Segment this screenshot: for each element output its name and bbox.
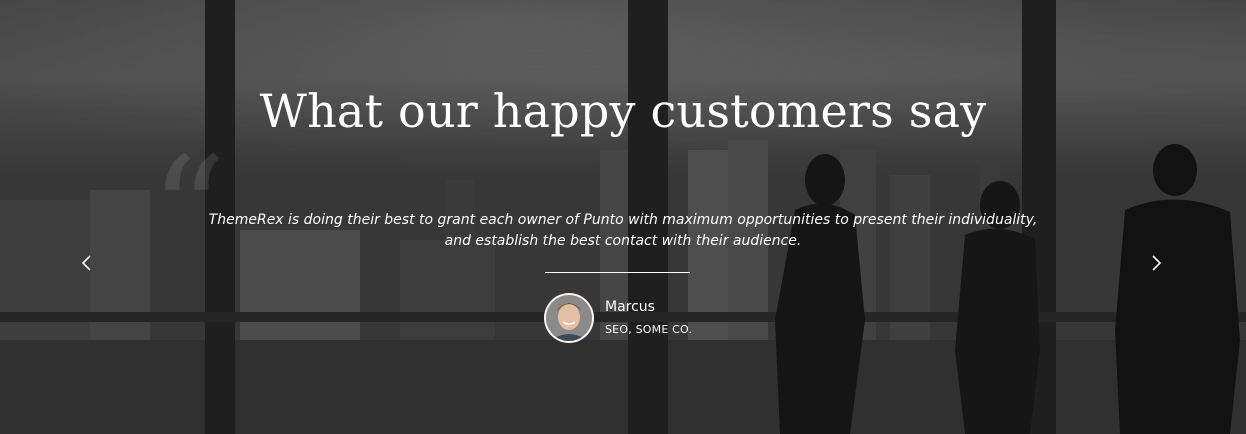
chevron-right-icon bbox=[1152, 255, 1162, 271]
slider-prev-button[interactable] bbox=[74, 250, 100, 276]
author-name: Marcus bbox=[605, 299, 655, 315]
chevron-left-icon bbox=[81, 255, 91, 271]
author-role: SEO, SOME CO. bbox=[605, 323, 693, 336]
avatar bbox=[544, 293, 594, 343]
testimonials-section: What our happy customers say “ ThemeRex … bbox=[0, 0, 1246, 434]
slider-next-button[interactable] bbox=[1143, 250, 1169, 276]
divider bbox=[545, 272, 690, 273]
testimonial-quote: ThemeRex is doing their best to grant ea… bbox=[208, 212, 1038, 249]
